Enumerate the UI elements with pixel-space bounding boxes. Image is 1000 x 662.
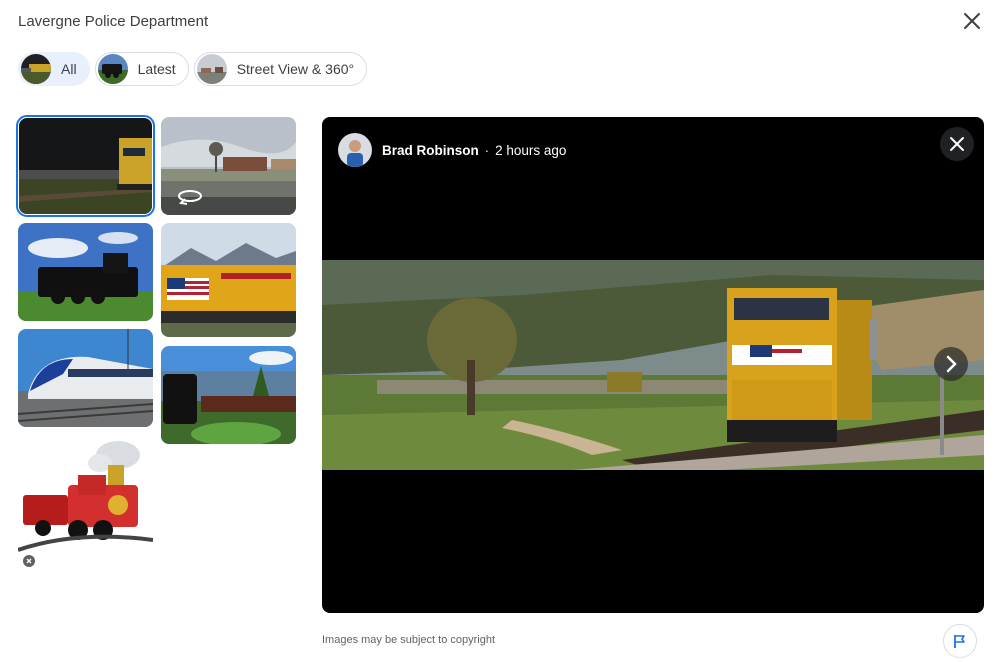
author-separator: ·: [484, 142, 490, 158]
chip-label: All: [61, 61, 77, 77]
copyright-notice: Images may be subject to copyright: [322, 634, 496, 646]
close-icon: [950, 137, 964, 151]
rotate-360-icon: [177, 187, 203, 207]
info-icon[interactable]: [23, 555, 35, 567]
panel-title: Lavergne Police Department: [18, 13, 209, 30]
report-button[interactable]: [943, 624, 977, 658]
main-photo[interactable]: [322, 260, 984, 470]
chevron-right-icon: [946, 355, 957, 373]
chip-thumbnail: [97, 54, 128, 84]
chip-thumbnail: [21, 54, 51, 84]
photo-thumbnail[interactable]: [161, 346, 296, 444]
next-photo-button[interactable]: [934, 347, 968, 381]
photo-thumbnail[interactable]: [161, 223, 296, 337]
chip-all[interactable]: All: [18, 52, 90, 86]
post-time: 2 hours ago: [495, 142, 567, 158]
chip-label: Latest: [137, 61, 176, 77]
chip-thumbnail: [196, 54, 227, 84]
photo-thumbnail-360[interactable]: [161, 117, 296, 215]
photo-thumbnail[interactable]: [18, 435, 153, 573]
chip-label: Street View & 360°: [236, 61, 355, 77]
photo-thumbnail[interactable]: [18, 223, 153, 321]
photo-viewer: Brad Robinson · 2 hours ago: [322, 117, 984, 613]
photo-thumbnail[interactable]: [18, 329, 153, 427]
author-name[interactable]: Brad Robinson: [382, 143, 479, 158]
viewer-close-button[interactable]: [940, 127, 974, 161]
avatar[interactable]: [338, 133, 372, 167]
photo-thumbnail[interactable]: [16, 115, 155, 217]
close-icon[interactable]: [960, 9, 984, 33]
filter-chips: All Latest Street View & 360°: [18, 52, 368, 86]
flag-icon: [954, 635, 965, 648]
chip-street-view[interactable]: Street View & 360°: [193, 52, 368, 86]
author-info: Brad Robinson · 2 hours ago: [338, 133, 566, 167]
chip-latest[interactable]: Latest: [94, 52, 189, 86]
